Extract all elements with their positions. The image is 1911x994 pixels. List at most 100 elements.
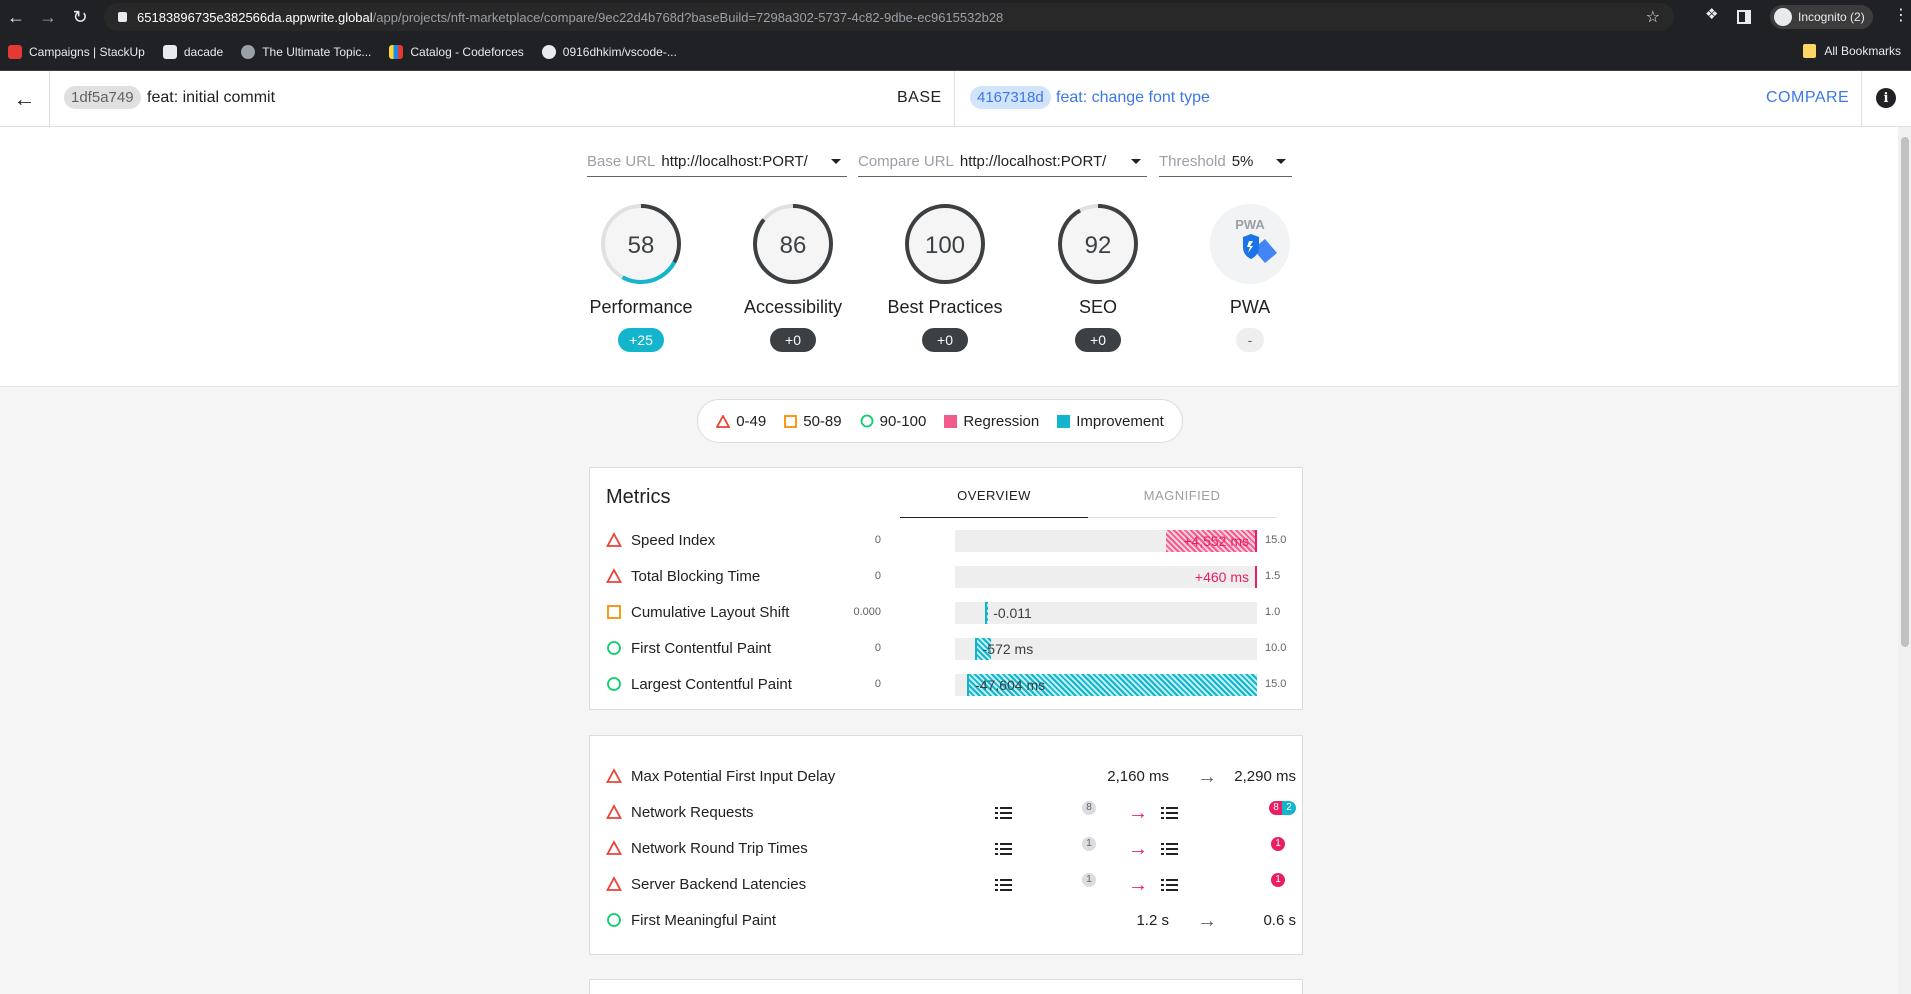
- forward-arrow-icon[interactable]: →: [36, 5, 60, 29]
- lock-icon: [118, 12, 127, 22]
- reload-icon[interactable]: ↻: [68, 5, 92, 29]
- bookmark-item[interactable]: Campaigns | StackUp: [8, 45, 145, 59]
- pwa-delta-badge: -: [1236, 328, 1264, 352]
- back-arrow-icon[interactable]: ←: [4, 5, 28, 29]
- compare-button[interactable]: COMPARE: [1766, 89, 1849, 107]
- best-practices-score: 100: [925, 232, 965, 259]
- info-icon[interactable]: i: [1876, 88, 1896, 108]
- list-icon[interactable]: [1161, 843, 1178, 855]
- summary-section: Base URL http://localhost:PORT/ Compare …: [0, 127, 1911, 387]
- extensions-icon[interactable]: ❖: [1705, 5, 1718, 23]
- metric-axis-min: 0: [874, 570, 881, 582]
- compare-url-value: http://localhost:PORT/: [959, 153, 1107, 170]
- address-bar[interactable]: 65183896735e382566da.appwrite.global/app…: [104, 3, 1674, 31]
- list-icon[interactable]: [995, 843, 1012, 855]
- circle-icon: [607, 677, 621, 691]
- divider: [1861, 71, 1862, 126]
- metric-label: Total Blocking Time: [631, 568, 761, 585]
- audits-card: Max Potential First Input Delay 2,160 ms…: [589, 735, 1303, 955]
- audit-row[interactable]: Network Requests 8 → 8 2: [606, 798, 1296, 828]
- metric-delta-value: +4,552 ms: [1183, 533, 1249, 549]
- audit-row[interactable]: Network Round Trip Times 1 → 1: [606, 834, 1296, 864]
- seo-score: 92: [1085, 232, 1112, 259]
- caret-down-icon: [1276, 159, 1286, 164]
- legend-average: 50-89: [784, 413, 842, 430]
- back-button[interactable]: ←: [0, 71, 50, 126]
- audit-compare-value: 2,290 ms: [1234, 768, 1296, 785]
- audit-base-value: 1.2 s: [1136, 912, 1169, 929]
- audit-row[interactable]: Server Backend Latencies 1 → 1: [606, 870, 1296, 900]
- compare-url-label: Compare URL: [858, 153, 954, 170]
- gauge-accessibility[interactable]: 86 Accessibility +0: [718, 199, 868, 352]
- menu-icon[interactable]: ⋮: [1893, 5, 1909, 25]
- pwa-badge-icon: PWA: [1210, 204, 1290, 284]
- metric-bar-track: +4,552 ms: [955, 530, 1257, 552]
- metric-bar-track: -0.011: [955, 602, 1257, 624]
- scrollbar[interactable]: [1898, 127, 1911, 994]
- threshold-select[interactable]: Threshold 5%: [1159, 147, 1292, 177]
- compare-count-badge: 2: [1282, 801, 1296, 815]
- bookmark-item[interactable]: dacade: [162, 45, 223, 59]
- circle-icon: [607, 913, 621, 927]
- bookmark-item[interactable]: 0916dhkim/vscode-...: [541, 45, 677, 59]
- bookmark-favicon-icon: [162, 45, 177, 59]
- metric-value-tick: [974, 638, 977, 660]
- bookmark-item[interactable]: The Ultimate Topic...: [241, 45, 371, 59]
- metric-axis-max: 1.0: [1265, 606, 1281, 618]
- bookmark-item[interactable]: Catalog - Codeforces: [389, 45, 524, 59]
- url-path: /app/projects/nft-marketplace/compare/9e…: [372, 9, 1004, 25]
- arrow-right-icon: →: [1128, 874, 1148, 896]
- accessibility-gauge-ring: 86: [753, 204, 833, 284]
- best-practices-delta-badge: +0: [922, 328, 968, 352]
- legend-improvement: Improvement: [1057, 413, 1164, 430]
- gauge-performance[interactable]: 58 Performance +25: [566, 199, 716, 352]
- tab-magnified[interactable]: MAGNIFIED: [1088, 484, 1276, 518]
- legend-regression: Regression: [944, 413, 1039, 430]
- metric-row[interactable]: Speed Index 0 +4,552 ms 15.0: [606, 526, 1296, 556]
- list-icon[interactable]: [995, 879, 1012, 891]
- audit-base-value: 2,160 ms: [1107, 768, 1169, 785]
- metric-label: Largest Contentful Paint: [631, 676, 792, 693]
- globe-icon: [241, 45, 256, 59]
- metric-axis-max: 15.0: [1265, 678, 1287, 690]
- scrollbar-thumb[interactable]: [1901, 137, 1909, 647]
- base-url-label: Base URL: [587, 153, 656, 170]
- audit-row[interactable]: Max Potential First Input Delay 2,160 ms…: [606, 762, 1296, 792]
- metric-axis-min: 0: [874, 534, 881, 546]
- star-icon[interactable]: ☆: [1646, 7, 1660, 27]
- circle-icon: [860, 414, 874, 428]
- gauge-label: SEO: [1078, 297, 1117, 317]
- base-url-select[interactable]: Base URL http://localhost:PORT/: [587, 147, 847, 177]
- threshold-value: 5%: [1231, 153, 1254, 170]
- metric-delta-value: -47,604 ms: [975, 677, 1046, 693]
- metric-row[interactable]: Largest Contentful Paint 0 -47,604 ms 15.0: [606, 670, 1296, 700]
- metric-value-tick: [1255, 566, 1257, 588]
- gauge-seo[interactable]: 92 SEO +0: [1023, 199, 1173, 352]
- all-bookmarks-button[interactable]: All Bookmarks: [1803, 44, 1901, 58]
- arrow-right-icon: →: [1197, 910, 1217, 932]
- list-icon[interactable]: [995, 807, 1012, 819]
- accessibility-delta-badge: +0: [770, 328, 816, 352]
- audit-row[interactable]: First Meaningful Paint 1.2 s → 0.6 s: [606, 906, 1296, 936]
- side-panel-icon[interactable]: [1737, 5, 1751, 24]
- compare-count-badge: 1: [1271, 873, 1285, 887]
- bookmark-favicon-icon: [8, 45, 22, 59]
- compare-commit-hash[interactable]: 4167318d: [970, 86, 1051, 109]
- metric-row[interactable]: First Contentful Paint 0 -572 ms 10.0: [606, 634, 1296, 664]
- tab-overview[interactable]: OVERVIEW: [900, 484, 1088, 518]
- list-icon[interactable]: [1161, 807, 1178, 819]
- threshold-label: Threshold: [1159, 153, 1226, 170]
- metric-axis-min: 0: [874, 678, 881, 690]
- square-icon: [784, 414, 798, 428]
- compare-url-select[interactable]: Compare URL http://localhost:PORT/: [858, 147, 1147, 177]
- metric-row[interactable]: Total Blocking Time 0 +460 ms 1.5: [606, 562, 1296, 592]
- compare-commit-message[interactable]: feat: change font type: [1056, 89, 1210, 107]
- metric-row[interactable]: Cumulative Layout Shift 0.000 -0.011 1.0: [606, 598, 1296, 628]
- gauge-best-practices[interactable]: 100 Best Practices +0: [870, 199, 1020, 352]
- metric-label: First Contentful Paint: [631, 640, 772, 657]
- list-icon[interactable]: [1161, 879, 1178, 891]
- triangle-icon: [606, 768, 622, 783]
- circle-icon: [607, 641, 621, 655]
- incognito-profile-button[interactable]: Incognito (2): [1770, 5, 1873, 29]
- gauge-pwa[interactable]: PWA PWA -: [1175, 199, 1325, 352]
